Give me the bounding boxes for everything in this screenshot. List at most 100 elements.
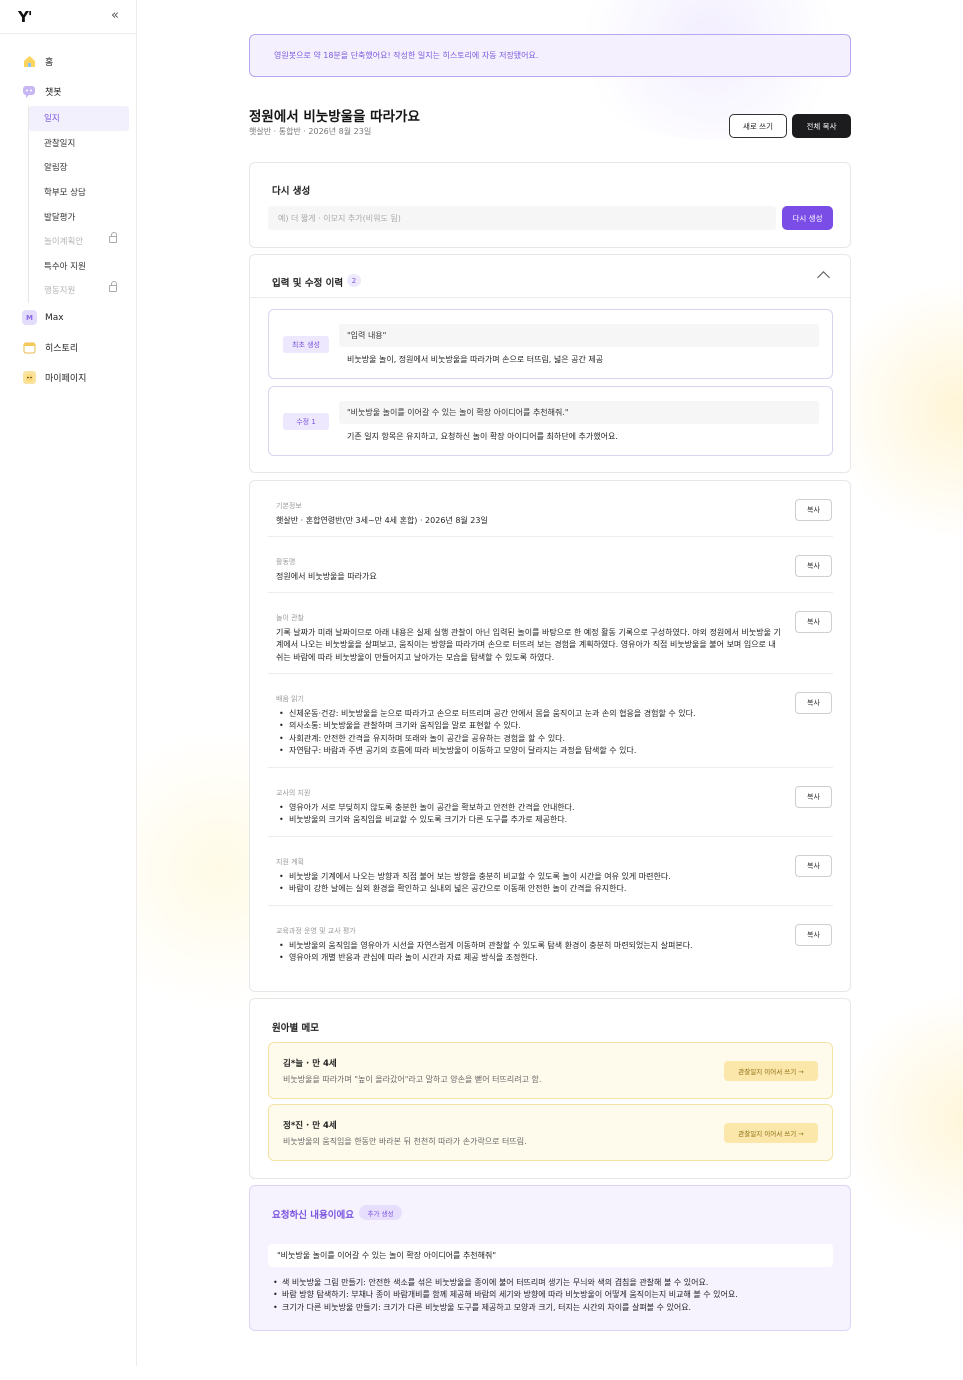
sidebar-item-label: 관찰일지 (44, 138, 76, 149)
sidebar-item-mypage[interactable]: 마이페이지 (0, 363, 136, 393)
section-list: 신체운동·건강: 비눗방울을 눈으로 따라가고 손으로 터뜨리며 공간 안에서 … (276, 708, 781, 758)
sidebar-item-journal[interactable]: 일지 (29, 106, 129, 131)
new-write-button[interactable]: 새로 쓰기 (729, 114, 787, 138)
lock-icon (109, 231, 117, 243)
copy-button[interactable]: 복사 (795, 611, 832, 633)
sidebar-item-label: 일지 (44, 114, 60, 125)
sidebar-header: Y' « (0, 0, 136, 34)
history-answer: 비눗방울 놀이, 정원에서 비눗방울을 따라가며 손으로 터뜨림, 넓은 공간 … (347, 355, 604, 364)
child-name: 김*늘 · 만 4세 (283, 1059, 337, 1069)
home-icon (22, 54, 37, 69)
edit-history-header[interactable]: 입력 및 수정 이력 2 (250, 255, 850, 298)
regenerate-label: 다시 생성 (272, 186, 311, 197)
logo[interactable]: Y' (18, 8, 33, 26)
copy-button[interactable]: 복사 (795, 855, 832, 877)
sidebar-item-parent-consult[interactable]: 학부모 상담 (29, 180, 129, 205)
section-list: 비눗방울의 움직임을 영유아가 시선을 자연스럽게 이동하며 관찰할 수 있도록… (276, 940, 781, 965)
sidebar-item-label: 히스토리 (45, 344, 79, 355)
page-title: 정원에서 비눗방울을 따라가요 (249, 109, 420, 125)
copy-button[interactable]: 복사 (795, 499, 832, 521)
history-item: 최초 생성 "입력 내용" 비눗방울 놀이, 정원에서 비눗방울을 따라가며 손… (268, 309, 833, 379)
section-label: 활동명 (276, 558, 296, 566)
list-item: 바람이 강한 날에는 실외 환경을 확인하고 실내의 넓은 공간으로 이동해 안… (276, 883, 781, 896)
additional-generation-badge: 추가 생성 (359, 1205, 402, 1220)
copy-all-button[interactable]: 전체 복사 (792, 114, 851, 138)
request-title: 요청하신 내용이에요 (272, 1210, 354, 1221)
request-idea-list: 색 비눗방울 그림 만들기: 안전한 색소를 섞은 비눗방울을 종이에 불어 터… (272, 1277, 832, 1314)
mypage-icon (22, 370, 37, 385)
sidebar-item-behavior-support[interactable]: 행동지원 (29, 278, 129, 303)
collapse-sidebar-icon[interactable]: « (111, 8, 119, 23)
sidebar-item-development[interactable]: 발달평가 (29, 204, 129, 229)
section-label: 교사의 지원 (276, 789, 311, 797)
child-memo-card: 원아별 메모 김*늘 · 만 4세 비눗방울을 따라가며 "높이 올라갔어"라고… (249, 998, 851, 1179)
list-item: 사회관계: 안전한 간격을 유지하며 또래와 놀이 공간을 공유하는 경험을 할… (276, 733, 781, 746)
list-item: 색 비눗방울 그림 만들기: 안전한 색소를 섞은 비눗방울을 종이에 불어 터… (272, 1277, 832, 1290)
max-icon: M (22, 310, 37, 326)
sidebar-item-label: 행동지원 (44, 286, 76, 297)
time-saved-banner: 영원봇으로 약 18분을 단축했어요! 작성한 일지는 히스토리에 자동 저장됐… (249, 34, 851, 77)
copy-button[interactable]: 복사 (795, 555, 832, 577)
sidebar-item-notice[interactable]: 알림장 (29, 155, 129, 180)
sidebar-item-observation[interactable]: 관찰일지 (29, 131, 129, 156)
log-section-teacher-support: 교사의 지원 영유아가 서로 부딪히지 않도록 충분한 놀이 공간을 확보하고 … (268, 768, 833, 837)
child-memo-text: 비눗방울을 따라가며 "높이 올라갔어"라고 말하고 양손을 뻗어 터뜨리려고 … (283, 1075, 542, 1084)
sidebar-item-special-support[interactable]: 특수아 지원 (29, 254, 129, 279)
copy-button[interactable]: 복사 (795, 692, 832, 714)
section-label: 놀이 관찰 (276, 614, 304, 622)
sidebar-item-label: 알림장 (44, 163, 68, 174)
child-memo-item: 정*진 · 만 4세 비눗방울의 움직임을 한동안 바라본 뒤 천천히 따라가 … (268, 1104, 833, 1161)
section-text: 기록 날짜가 미래 날짜이므로 아래 내용은 실제 실행 관찰이 아닌 입력된 … (276, 628, 781, 662)
history-tag: 최초 생성 (283, 336, 329, 353)
chatbot-submenu: 일지 관찰일지 알림장 학부모 상담 발달평가 놀이계획안 특수아 지원 행동지… (28, 106, 136, 303)
sidebar-item-play-plan[interactable]: 놀이계획안 (29, 229, 129, 254)
list-item: 비눗방울의 크기와 움직임을 비교할 수 있도록 크기가 다른 도구를 추가로 … (276, 814, 781, 827)
list-item: 신체운동·건강: 비눗방울을 눈으로 따라가고 손으로 터뜨리며 공간 안에서 … (276, 708, 781, 721)
edit-history-title: 입력 및 수정 이력 (272, 278, 344, 289)
history-tag: 수정 1 (283, 413, 329, 430)
child-memo-item: 김*늘 · 만 4세 비눗방울을 따라가며 "높이 올라갔어"라고 말하고 양손… (268, 1042, 833, 1099)
log-section-support-plan: 지원 계획 비눗방울 기계에서 나오는 방향과 직접 불어 보는 방향을 충분히… (268, 837, 833, 906)
history-icon (22, 340, 37, 355)
section-list: 비눗방울 기계에서 나오는 방향과 직접 불어 보는 방향을 충분히 비교할 수… (276, 871, 781, 896)
history-query: "입력 내용" (339, 324, 819, 347)
request-result-card: 요청하신 내용이에요 추가 생성 "비눗방울 놀이를 이어갈 수 있는 놀이 확… (249, 1185, 851, 1331)
list-item: 크기가 다른 비눗방울 만들기: 크기가 다른 비눗방울 도구를 제공하고 모양… (272, 1302, 832, 1315)
history-answer: 기존 일지 항목은 유지하고, 요청하신 놀이 확장 아이디어를 최하단에 추가… (347, 432, 618, 441)
sidebar: Y' « 홈 챗봇 일지 관찰일지 알림장 학부모 상담 발달평가 놀이계획안 … (0, 0, 137, 1366)
sidebar-item-chatbot[interactable]: 챗봇 (0, 76, 136, 106)
chatbot-icon (22, 84, 37, 99)
child-memo-text: 비눗방울의 움직임을 한동안 바라본 뒤 천천히 따라가 손가락으로 터뜨림. (283, 1137, 527, 1146)
regenerate-button[interactable]: 다시 생성 (782, 206, 833, 230)
sidebar-item-label: 챗봇 (45, 87, 62, 98)
chevron-up-icon[interactable] (817, 271, 830, 284)
history-item: 수정 1 "비눗방울 놀이를 이어갈 수 있는 놀이 확장 아이디어를 추천해줘… (268, 386, 833, 456)
continue-observation-button[interactable]: 관찰일지 이어서 쓰기 → (724, 1061, 818, 1081)
sidebar-item-max[interactable]: M Max (0, 303, 136, 333)
section-text: 정원에서 비눗방울을 따라가요 (276, 572, 377, 581)
regenerate-card: 다시 생성 예) 더 짧게 · 이모지 추가(비워도 됨) 다시 생성 (249, 162, 851, 248)
log-section-play-observation: 놀이 관찰 기록 날짜가 미래 날짜이므로 아래 내용은 실제 실행 관찰이 아… (268, 593, 833, 674)
list-item: 자연탐구: 바람과 주변 공기의 흐름에 따라 비눗방울이 이동하고 모양이 달… (276, 745, 781, 758)
copy-button[interactable]: 복사 (795, 924, 832, 946)
regenerate-input[interactable]: 예) 더 짧게 · 이모지 추가(비워도 됨) (268, 206, 776, 230)
copy-button[interactable]: 복사 (795, 786, 832, 808)
list-item: 영유아의 개별 반응과 관심에 따라 놀이 시간과 자료 제공 방식을 조정한다… (276, 952, 781, 965)
log-section-basic-info: 기본정보 햇살반 · 혼합연령반(만 3세~만 4세 혼합) · 2026년 8… (268, 481, 833, 537)
sidebar-item-label: Max (45, 312, 64, 323)
log-section-learning: 배움 읽기 신체운동·건강: 비눗방울을 눈으로 따라가고 손으로 터뜨리며 공… (268, 674, 833, 768)
sidebar-item-home[interactable]: 홈 (0, 46, 136, 76)
sidebar-item-history[interactable]: 히스토리 (0, 333, 136, 363)
journal-log-card: 기본정보 햇살반 · 혼합연령반(만 3세~만 4세 혼합) · 2026년 8… (249, 480, 851, 992)
list-item: 영유아가 서로 부딪히지 않도록 충분한 놀이 공간을 확보하고 안전한 간격을… (276, 802, 781, 815)
continue-observation-button[interactable]: 관찰일지 이어서 쓰기 → (724, 1123, 818, 1143)
section-label: 기본정보 (276, 502, 302, 510)
request-query: "비눗방울 놀이를 이어갈 수 있는 놀이 확장 아이디어를 추천해줘" (268, 1244, 833, 1267)
child-name: 정*진 · 만 4세 (283, 1121, 337, 1131)
list-item: 비눗방울의 움직임을 영유아가 시선을 자연스럽게 이동하며 관찰할 수 있도록… (276, 940, 781, 953)
log-section-activity-name: 활동명 정원에서 비눗방울을 따라가요 복사 (268, 537, 833, 593)
sidebar-item-label: 홈 (45, 57, 54, 68)
section-label: 지원 계획 (276, 858, 304, 866)
section-label: 교육과정 운영 및 교사 평가 (276, 927, 356, 935)
edit-history-count-badge: 2 (347, 274, 361, 287)
